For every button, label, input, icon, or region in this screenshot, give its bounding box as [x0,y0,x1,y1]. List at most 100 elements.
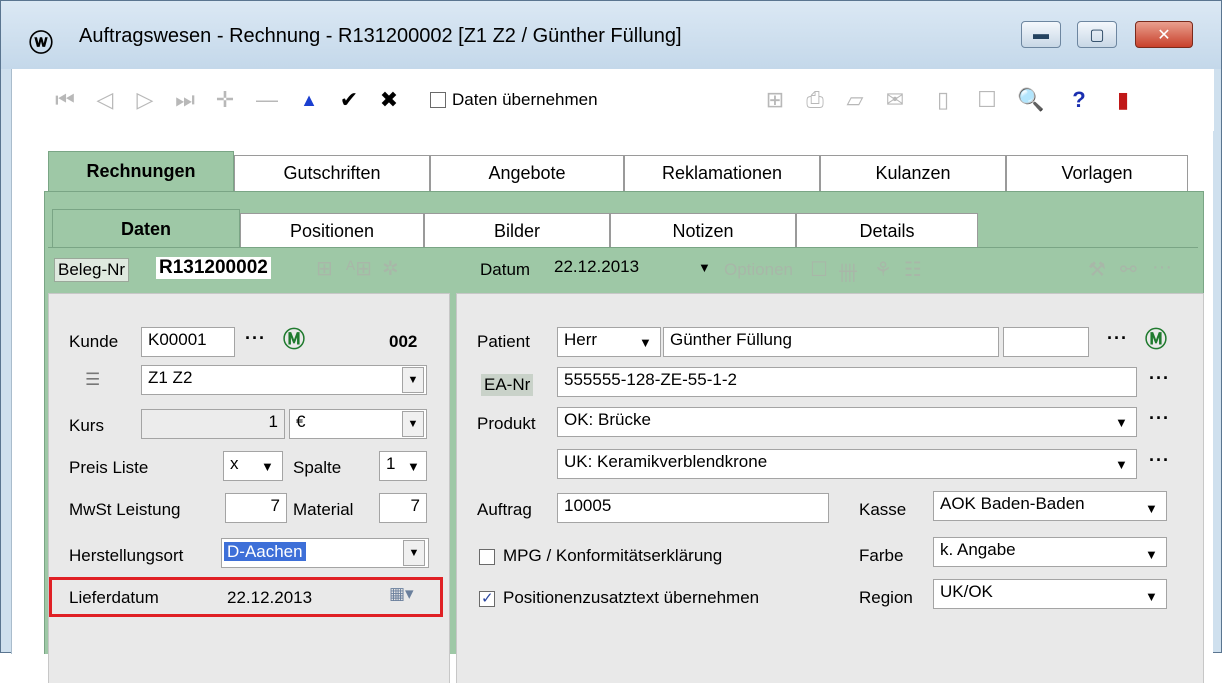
positionszusatz-checkbox[interactable] [479,588,495,608]
exit-door-icon[interactable]: ▮ [1108,85,1138,115]
list-icon[interactable]: ☷ [904,257,922,282]
next-record-icon[interactable]: ▷ [130,85,160,115]
window-title: Auftragswesen - Rechnung - R131200002 [Z… [79,25,682,47]
binoculars-icon[interactable]: ⚯ [1120,257,1137,282]
kunde-input[interactable]: K00001 [141,327,235,357]
print-icon[interactable]: ⎙ [800,85,830,115]
chevron-down-icon[interactable]: ▼ [1145,501,1158,516]
delete-record-icon[interactable]: — [252,85,282,115]
text-table-icon[interactable]: ᴬ⊞ [346,256,372,281]
farbe-select[interactable]: k. Angabe [933,537,1167,567]
insert-record-icon[interactable]: ✛ [210,85,240,115]
chevron-down-icon[interactable]: ▼ [261,459,274,474]
tab-details[interactable]: Details [796,213,978,249]
region-label: Region [859,588,913,607]
produkt-uk-more-icon[interactable]: ··· [1149,450,1170,471]
daten-uebernehmen-checkbox[interactable]: Daten übernehmen [430,85,660,115]
produkt-ok-select[interactable]: OK: Brücke [557,407,1137,437]
ea-input[interactable]: 555555-128-ZE-55-1-2 [557,367,1137,397]
first-record-icon[interactable]: ⏮ [50,85,80,115]
chevron-down-icon[interactable]: ▼ [403,540,425,566]
daten-uebernehmen-label: Daten übernehmen [452,90,598,109]
close-button[interactable]: ✕ [1135,21,1193,48]
material-input[interactable]: 7 [379,493,427,523]
help-icon[interactable]: ? [1064,85,1094,115]
ea-label: EA-Nr [481,374,534,396]
beleg-nr-label: Beleg-Nr [54,258,130,282]
edit-up-icon[interactable]: ▲ [294,85,324,115]
auftrag-label: Auftrag [477,500,532,519]
tab-bilder[interactable]: Bilder [424,213,610,249]
chevron-down-icon[interactable]: ▼ [1115,457,1128,472]
kunde-more-icon[interactable]: ··· [245,328,266,349]
tab-rechnungen[interactable]: Rechnungen [48,151,234,191]
tab-positionen[interactable]: Positionen [240,213,424,249]
left-panel: Kunde K00001 ··· Ⓜ 002 ☰ Z1 Z2 ▼ Kurs 1 … [48,293,450,683]
tab-vorlagen[interactable]: Vorlagen [1006,155,1188,191]
preisliste-select[interactable]: x [223,451,283,481]
mwst-input[interactable]: 7 [225,493,287,523]
kurs-label: Kurs [69,416,104,435]
maximize-button[interactable]: ▢ [1077,21,1117,48]
region-select[interactable]: UK/OK [933,579,1167,609]
auftrag-input[interactable]: 10005 [557,493,829,523]
tooth-search-icon[interactable]: ⚘ [874,257,892,282]
checkbox-icon [479,548,495,565]
chevron-down-icon[interactable]: ▼ [639,335,652,350]
confirm-icon[interactable]: ✔ [334,85,364,115]
table-icon[interactable]: ⊞ [316,256,333,281]
datum-field[interactable]: 22.12.2013 [548,255,698,285]
atom-icon[interactable]: ✲ [382,256,399,281]
tab-angebote[interactable]: Angebote [430,155,624,191]
last-record-icon[interactable]: ⏭ [170,85,200,115]
beleg-nr-value[interactable]: R131200002 [156,257,271,279]
prev-record-icon[interactable]: ◁ [90,85,120,115]
herstellungsort-select[interactable]: D-Aachen [221,538,429,568]
tab-notizen[interactable]: Notizen [610,213,796,249]
datum-dropdown-icon[interactable]: ▼ [698,260,711,275]
tab-kulanzen[interactable]: Kulanzen [820,155,1006,191]
chevron-down-icon[interactable]: ▼ [1115,415,1128,430]
produkt-ok-more-icon[interactable]: ··· [1149,408,1170,429]
chevron-down-icon[interactable]: ▼ [407,459,420,474]
notes-icon[interactable]: ☰ [85,370,100,390]
chevron-down-icon[interactable]: ▼ [1145,547,1158,562]
kurs-input[interactable]: 1 [141,409,285,439]
tab-daten[interactable]: Daten [52,209,240,249]
drill-icon[interactable]: ⚒ [1088,257,1106,282]
columns-icon[interactable]: 卌 [838,257,858,286]
mpg-checkbox[interactable] [479,546,495,566]
mail-icon[interactable]: ✉ [880,85,910,115]
more-icon[interactable]: ··· [1152,256,1172,279]
client-area: ⏮ ◁ ▷ ⏭ ✛ — ▲ ✔ ✖ Daten übernehmen ⊞ ⎙ ▱… [11,69,1214,683]
kasse-select[interactable]: AOK Baden-Baden [933,491,1167,521]
box-icon[interactable]: ☐ [810,257,828,282]
ea-more-icon[interactable]: ··· [1149,368,1170,389]
patient-more-icon[interactable]: ··· [1107,328,1128,349]
preview-icon[interactable]: 🔍 [1016,85,1046,115]
tab-gutschriften[interactable]: Gutschriften [234,155,430,191]
chevron-down-icon[interactable]: ▼ [1145,589,1158,604]
minimize-button[interactable]: ▬ [1021,21,1061,48]
spalte-label: Spalte [293,458,342,477]
produkt-uk-select[interactable]: UK: Keramikverblendkrone [557,449,1137,479]
patient-name-input[interactable]: Günther Füllung [663,327,999,357]
tab-reklamationen[interactable]: Reklamationen [624,155,820,191]
pillar-icon[interactable]: Ⓜ [283,322,305,354]
beleg-bar: Beleg-Nr R131200002 ⊞ ᴬ⊞ ✲ Datum 22.12.2… [48,247,1198,291]
chevron-down-icon[interactable]: ▼ [402,411,424,437]
blank-icon[interactable]: ☐ [972,85,1002,115]
chevron-down-icon[interactable]: ▼ [402,367,424,393]
minimize-icon: ▬ [1033,25,1049,43]
optionen-label[interactable]: Optionen [724,260,793,280]
patient-extra-input[interactable] [1003,327,1089,357]
eraser-icon[interactable]: ▱ [840,85,870,115]
grid-icon[interactable]: ⊞ [760,85,790,115]
tooth-icon: ⓦ [29,30,53,57]
cancel-icon[interactable]: ✖ [374,85,404,115]
close-icon: ✕ [1157,26,1171,44]
document-icon[interactable]: ▯ [928,85,958,115]
material-label: Material [293,500,354,519]
pillar-icon[interactable]: Ⓜ [1145,322,1167,354]
kunde-name-select[interactable]: Z1 Z2 [141,365,427,395]
